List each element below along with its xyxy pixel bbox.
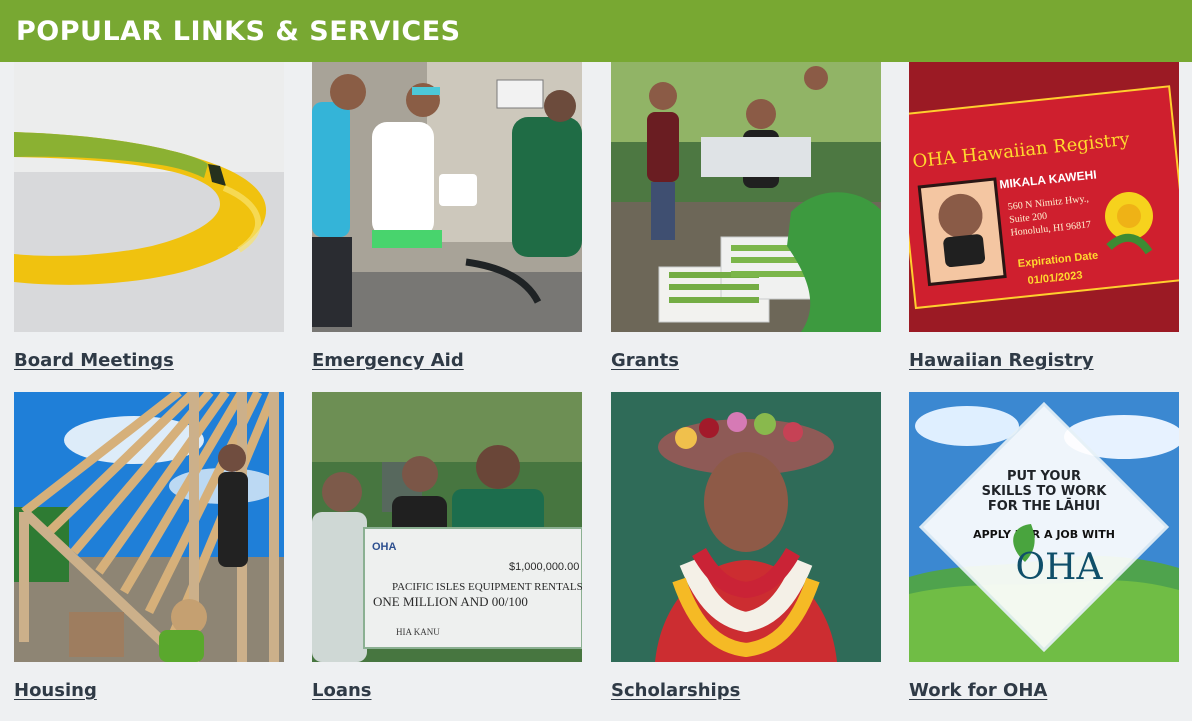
tile-label-scholarships[interactable]: Scholarships bbox=[611, 680, 740, 701]
section-header: POPULAR LINKS & SERVICES bbox=[0, 0, 1192, 62]
tile-label-grants[interactable]: Grants bbox=[611, 350, 679, 371]
tile-grants[interactable]: Grants bbox=[611, 62, 881, 382]
tile-label-work-for-oha[interactable]: Work for OHA bbox=[909, 680, 1047, 701]
jobs-line-2: SKILLS TO WORK bbox=[982, 484, 1108, 499]
loans-check-amount: $1,000,000.00 bbox=[509, 561, 579, 573]
housing-construction-photo bbox=[14, 392, 284, 662]
section-title: POPULAR LINKS & SERVICES bbox=[16, 15, 461, 47]
tile-scholarships[interactable]: Scholarships bbox=[611, 392, 881, 712]
loans-check-memo: HIA KANU bbox=[396, 627, 440, 637]
tile-work-for-oha[interactable]: PUT YOUR SKILLS TO WORK FOR THE LĀHUI AP… bbox=[909, 392, 1179, 712]
jobs-line-3: FOR THE LĀHUI bbox=[988, 499, 1100, 514]
emergency-aid-image bbox=[312, 62, 582, 332]
loans-image: OHA $1,000,000.00 PACIFIC ISLES EQUIPMEN… bbox=[312, 392, 582, 662]
jobs-line-4: APPLY FOR A JOB WITH bbox=[973, 528, 1115, 541]
tile-label-board-meetings[interactable]: Board Meetings bbox=[14, 350, 174, 371]
grants-image bbox=[611, 62, 881, 332]
popular-links-grid: Board Meetings Emergency Aid Grants OHA … bbox=[0, 62, 1192, 721]
loans-check-presentation-photo: OHA $1,000,000.00 PACIFIC ISLES EQUIPMEN… bbox=[312, 392, 582, 662]
work-for-oha-banner: PUT YOUR SKILLS TO WORK FOR THE LĀHUI AP… bbox=[909, 392, 1179, 662]
tile-emergency-aid[interactable]: Emergency Aid bbox=[312, 62, 582, 382]
scholarships-image bbox=[611, 392, 881, 662]
jobs-line-1: PUT YOUR bbox=[1007, 469, 1081, 484]
tile-label-loans[interactable]: Loans bbox=[312, 680, 372, 701]
board-meetings-image bbox=[14, 62, 284, 332]
tile-label-housing[interactable]: Housing bbox=[14, 680, 97, 701]
board-meetings-lei-image bbox=[14, 62, 284, 332]
tile-loans[interactable]: OHA $1,000,000.00 PACIFIC ISLES EQUIPMEN… bbox=[312, 392, 582, 712]
hawaiian-registry-card: OHA Hawaiian Registry MIKALA KAWEHI 560 … bbox=[909, 62, 1179, 332]
tile-board-meetings[interactable]: Board Meetings bbox=[14, 62, 284, 382]
grants-farm-photo bbox=[611, 62, 881, 332]
jobs-oha-logo: OHA bbox=[1016, 547, 1104, 588]
tile-label-hawaiian-registry[interactable]: Hawaiian Registry bbox=[909, 350, 1094, 371]
work-for-oha-image: PUT YOUR SKILLS TO WORK FOR THE LĀHUI AP… bbox=[909, 392, 1179, 662]
loans-check-written-amount: ONE MILLION AND 00/100 bbox=[373, 594, 528, 609]
tile-label-emergency-aid[interactable]: Emergency Aid bbox=[312, 350, 464, 371]
tile-housing[interactable]: Housing bbox=[14, 392, 284, 712]
hawaiian-registry-image: OHA Hawaiian Registry MIKALA KAWEHI 560 … bbox=[909, 62, 1179, 332]
scholarships-portrait-photo bbox=[611, 392, 881, 662]
housing-image bbox=[14, 392, 284, 662]
loans-check-logo: OHA bbox=[372, 541, 397, 553]
tile-hawaiian-registry[interactable]: OHA Hawaiian Registry MIKALA KAWEHI 560 … bbox=[909, 62, 1179, 382]
emergency-aid-photo bbox=[312, 62, 582, 332]
loans-check-payee: PACIFIC ISLES EQUIPMENT RENTALS INC bbox=[392, 581, 582, 593]
